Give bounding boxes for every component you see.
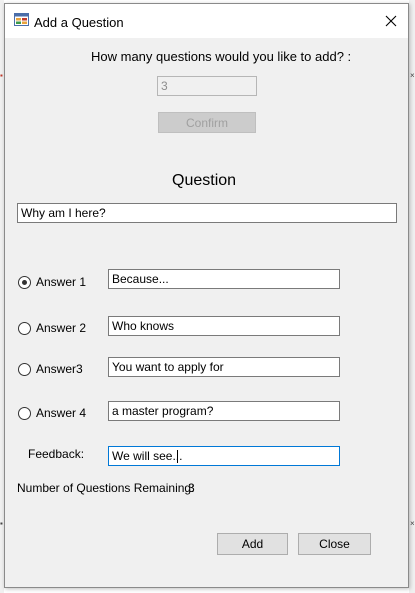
question-count-field[interactable] (157, 76, 257, 96)
answer-4-field[interactable] (108, 401, 340, 421)
question-heading: Question (172, 172, 237, 189)
background-window-mark: ▪ (0, 519, 3, 528)
answer-2-label: Answer 2 (36, 321, 87, 335)
answer-1-field[interactable] (108, 269, 340, 289)
title-bar: Add a Question (5, 4, 408, 38)
add-button[interactable]: Add (217, 533, 288, 555)
window-title: Add a Question (34, 15, 124, 30)
answer-2-radio[interactable] (18, 322, 31, 335)
background-window-mark: ▪ (0, 71, 3, 80)
close-icon (385, 15, 397, 27)
answer-2-field[interactable] (108, 316, 340, 336)
answer-1-label: Answer 1 (36, 275, 87, 289)
question-text-field[interactable] (17, 203, 397, 223)
close-window-button[interactable] (374, 4, 408, 38)
background-window-mark: × (410, 71, 415, 80)
background-window-edge-right: × × (409, 0, 415, 593)
answer-3-field[interactable] (108, 357, 340, 377)
remaining-label: Number of Questions Remaining: (17, 481, 195, 495)
answer-3-label: Answer3 (36, 362, 83, 376)
remaining-count: 3 (188, 481, 195, 495)
radio-selected-dot (22, 280, 27, 285)
feedback-value: We will see... (112, 449, 183, 463)
answer-4-radio[interactable] (18, 407, 31, 420)
answer-3-radio[interactable] (18, 363, 31, 376)
form-window-icon (14, 13, 29, 26)
feedback-field[interactable]: We will see... (108, 446, 340, 466)
feedback-label: Feedback: (28, 447, 85, 461)
background-window-mark: × (410, 519, 415, 528)
add-question-dialog: Add a Question How many questions would … (4, 3, 409, 588)
text-cursor (177, 450, 178, 463)
answer-1-radio[interactable] (18, 276, 31, 289)
answer-4-label: Answer 4 (36, 406, 87, 420)
question-count-prompt: How many questions would you like to add… (91, 49, 352, 64)
confirm-button[interactable]: Confirm (158, 112, 256, 133)
close-button[interactable]: Close (298, 533, 371, 555)
